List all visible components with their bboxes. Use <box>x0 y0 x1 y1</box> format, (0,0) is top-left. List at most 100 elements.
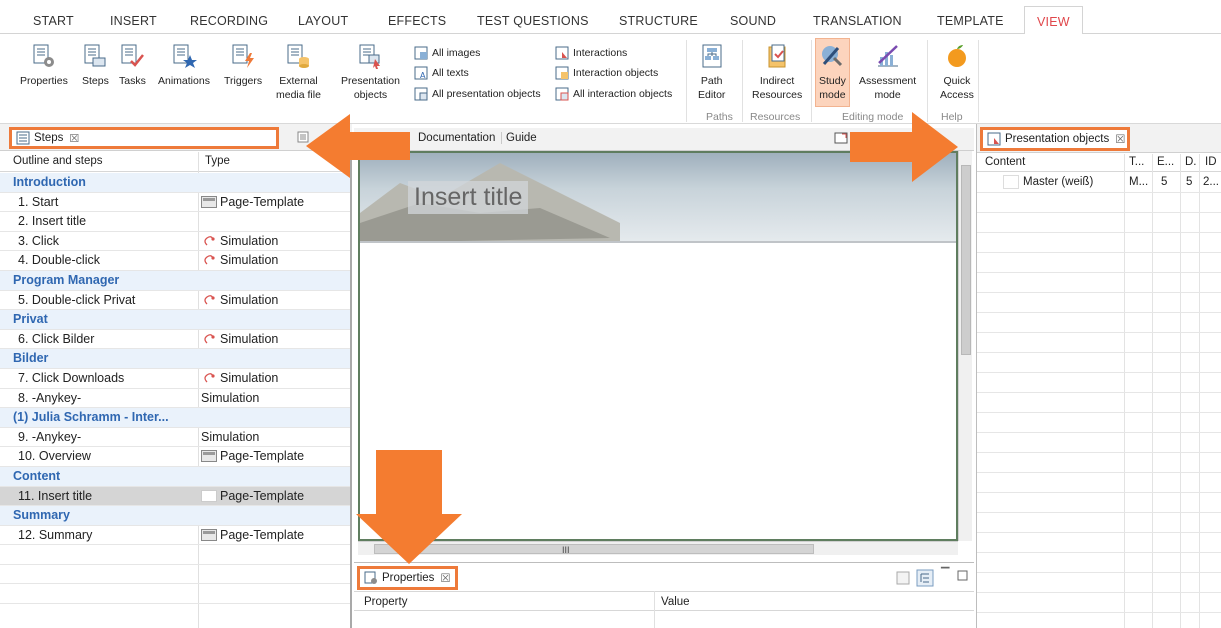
tasks-icon <box>121 44 145 67</box>
empty-row <box>977 573 1221 593</box>
table-row[interactable]: 5. Double-click Privat Simulation <box>0 291 350 311</box>
indirect-resources-button[interactable]: Indirect Resources <box>752 43 802 102</box>
interactions-icon <box>555 46 569 60</box>
properties-grid-header: Property Value <box>354 591 974 611</box>
slide-title-placeholder[interactable]: Insert title <box>408 181 529 214</box>
properties-button[interactable]: Properties <box>20 43 68 88</box>
minimize-icon[interactable]: ▔ <box>941 567 949 580</box>
assessment-mode-icon <box>877 45 898 67</box>
col-t-header[interactable]: T... <box>1129 156 1144 168</box>
steps-panel: Steps ☒ Outline and steps Type Introduct… <box>0 124 352 628</box>
properties-panel-tab[interactable]: Properties ☒ <box>357 566 458 590</box>
steps-panel-tab[interactable]: Steps ☒ <box>9 127 279 149</box>
tab-guide[interactable]: Guide <box>501 132 537 144</box>
tab-test-questions[interactable]: TEST QUESTIONS <box>477 14 589 28</box>
animations-button[interactable]: Animations <box>158 43 210 88</box>
simulation-icon <box>201 333 220 345</box>
all-presentation-objects-button[interactable]: All presentation objects <box>414 87 541 101</box>
table-row[interactable]: 8. -Anykey- Simulation <box>0 389 350 409</box>
table-row[interactable]: 12. Summary Page-Template <box>0 526 350 546</box>
outline-group-row[interactable]: Bilder <box>0 349 350 369</box>
table-row[interactable]: 3. Click Simulation <box>0 232 350 252</box>
table-row[interactable]: 2. Insert title <box>0 212 350 232</box>
tab-sound[interactable]: SOUND <box>730 14 776 28</box>
col-type-header[interactable]: Type <box>205 155 230 167</box>
col-value-header[interactable]: Value <box>661 596 690 608</box>
interactions-button[interactable]: Interactions <box>555 46 627 60</box>
col-d-header[interactable]: D. <box>1185 156 1197 168</box>
outline-group-row[interactable]: Summary <box>0 506 350 526</box>
table-row[interactable]: 7. Click Downloads Simulation <box>0 369 350 389</box>
close-icon[interactable]: ☒ <box>69 132 79 145</box>
vertical-scrollbar[interactable] <box>958 151 972 541</box>
all-images-button[interactable]: All images <box>414 46 480 60</box>
simulation-icon <box>201 372 220 384</box>
empty-row <box>977 193 1221 213</box>
table-row[interactable]: 10. Overview Page-Template <box>0 447 350 467</box>
outline-group-row[interactable]: (1) Julia Schramm - Inter... <box>0 408 350 428</box>
step-type: Simulation <box>201 253 278 267</box>
study-mode-icon <box>822 46 843 67</box>
outline-group-row[interactable]: Content <box>0 466 350 487</box>
table-row[interactable]: Master (weiß) M... 5 5 2... <box>977 173 1221 193</box>
tab-insert[interactable]: INSERT <box>110 14 157 28</box>
maximize-icon[interactable] <box>957 570 968 581</box>
filter-icon[interactable] <box>896 571 910 585</box>
tree-view-icon[interactable] <box>916 569 934 587</box>
page-template-icon <box>201 528 220 541</box>
svg-text:A: A <box>420 71 426 80</box>
ribbon-separator <box>978 40 979 122</box>
presentation-objects-button[interactable]: Presentation objects <box>341 43 400 102</box>
col-property-header[interactable]: Property <box>364 596 407 608</box>
step-type: Page-Template <box>201 528 304 542</box>
presentation-objects-panel-tab[interactable]: Presentation objects ☒ <box>980 127 1130 151</box>
step-type: Page-Template <box>201 489 304 503</box>
tab-recording[interactable]: RECORDING <box>190 14 268 28</box>
scrollbar-thumb[interactable] <box>961 165 971 355</box>
table-row[interactable]: 4. Double-click Simulation <box>0 251 350 271</box>
all-interaction-objects-button[interactable]: All interaction objects <box>555 87 672 101</box>
external-media-file-button[interactable]: External media file <box>276 43 321 102</box>
blank-page-icon <box>1003 175 1019 189</box>
outline-group-row[interactable]: Program Manager <box>0 270 350 291</box>
col-id-header[interactable]: ID <box>1205 156 1217 168</box>
ribbon-separator <box>686 40 687 122</box>
all-texts-button[interactable]: A All texts <box>414 66 469 80</box>
close-icon[interactable]: ☒ <box>440 571 450 585</box>
presentation-objects-icon <box>987 132 1001 146</box>
tab-effects[interactable]: EFFECTS <box>388 14 446 28</box>
right-arrow-annotation <box>850 112 958 182</box>
table-row[interactable]: 1. Start Page-Template <box>0 193 350 213</box>
simulation-icon <box>201 254 220 266</box>
table-row[interactable]: 9. -Anykey- Simulation <box>0 428 350 448</box>
table-row[interactable]: 6. Click Bilder Simulation <box>0 330 350 350</box>
page-template-icon <box>201 195 220 208</box>
tab-start[interactable]: START <box>33 14 74 28</box>
path-editor-button[interactable]: Path Editor <box>698 43 725 102</box>
empty-row <box>977 513 1221 533</box>
triggers-button[interactable]: Triggers <box>224 43 262 88</box>
assessment-mode-button[interactable]: Assessment mode <box>859 43 916 102</box>
col-outline-header[interactable]: Outline and steps <box>13 155 103 167</box>
ribbon-view: Properties Steps Tasks Animations Trigge… <box>0 34 1221 124</box>
tab-structure[interactable]: STRUCTURE <box>619 14 698 28</box>
outline-group-row[interactable]: Privat <box>0 310 350 330</box>
study-mode-button[interactable]: Study mode <box>815 38 850 107</box>
close-icon[interactable]: ☒ <box>1115 132 1125 146</box>
tasks-button[interactable]: Tasks <box>119 43 146 88</box>
path-editor-icon <box>702 44 722 68</box>
empty-row <box>977 373 1221 393</box>
tab-documentation[interactable]: Documentation <box>418 132 495 144</box>
properties-icon <box>364 571 377 584</box>
tab-template[interactable]: TEMPLATE <box>937 14 1004 28</box>
col-e-header[interactable]: E... <box>1157 156 1174 168</box>
tab-view[interactable]: VIEW <box>1024 6 1083 35</box>
col-content-header[interactable]: Content <box>985 156 1025 168</box>
tab-translation[interactable]: TRANSLATION <box>813 14 902 28</box>
empty-row <box>977 433 1221 453</box>
table-row[interactable]: 11. Insert title Page-Template <box>0 486 350 507</box>
interaction-objects-button[interactable]: Interaction objects <box>555 66 658 80</box>
steps-button[interactable]: Steps <box>82 43 109 88</box>
tab-layout[interactable]: LAYOUT <box>298 14 348 28</box>
quick-access-button[interactable]: Quick Access <box>940 43 974 102</box>
